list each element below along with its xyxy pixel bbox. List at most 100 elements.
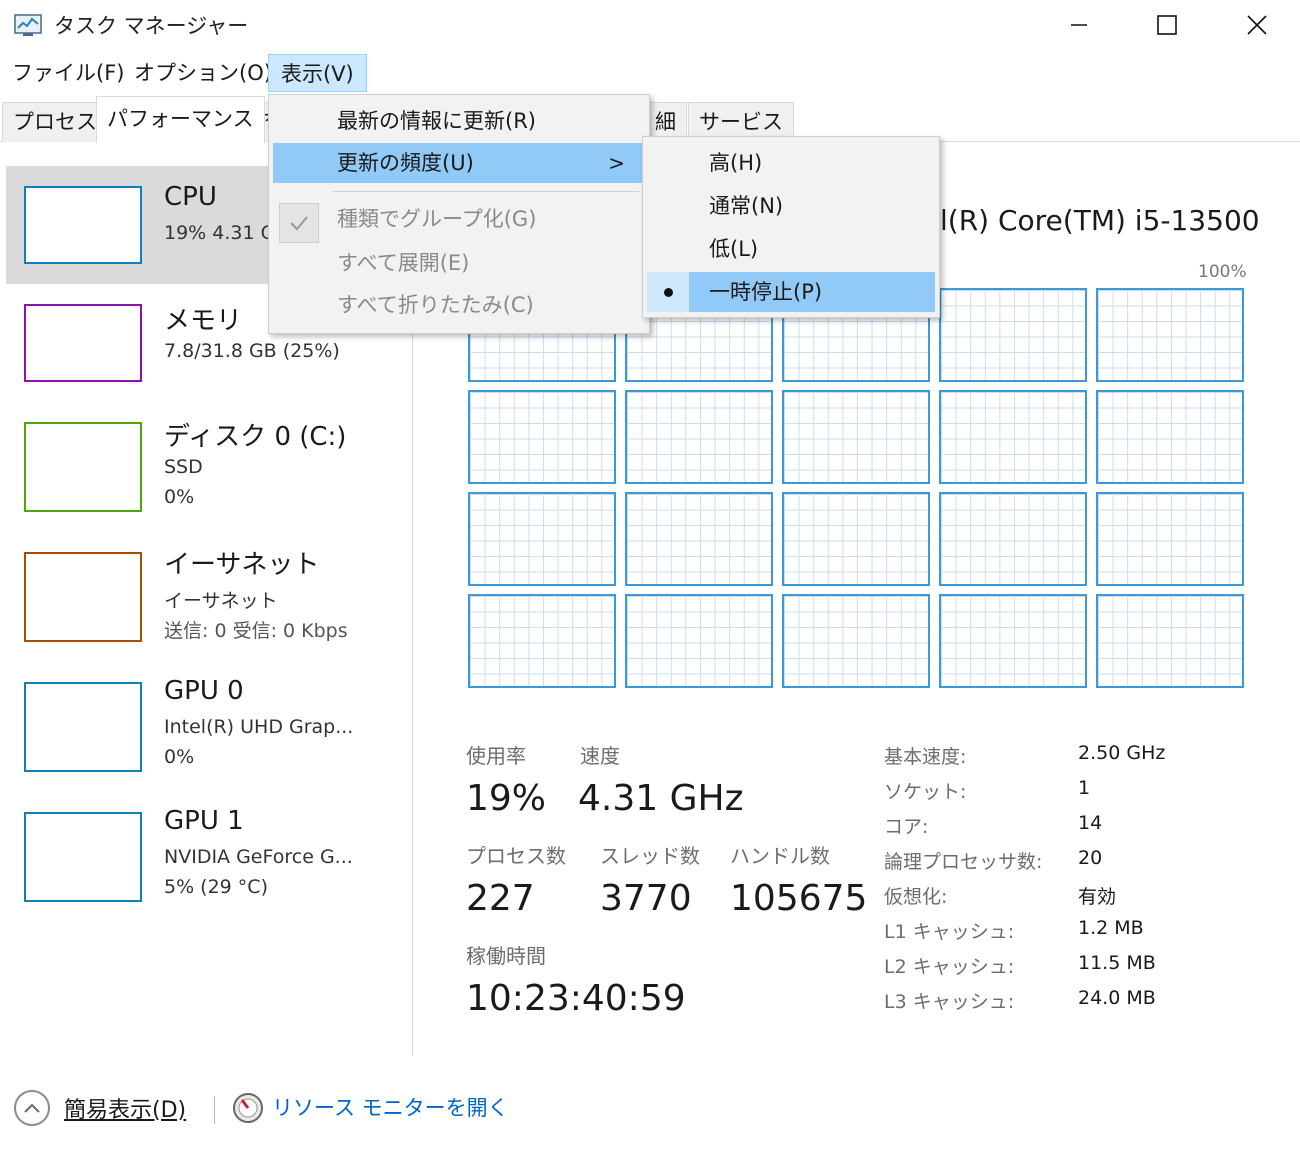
menu-view[interactable]: 表示(V) [268, 54, 367, 92]
logical-processor-graphs [468, 288, 1252, 690]
menu-separator [333, 191, 639, 192]
gpu0-thumbnail [24, 682, 142, 772]
uptime-label: 稼働時間 [466, 944, 546, 968]
tab-performance[interactable]: パフォーマンス [96, 96, 265, 143]
resource-name: CPU [164, 182, 217, 212]
logical-processor-graph [939, 288, 1087, 382]
logical-processor-graph [1096, 288, 1244, 382]
resource-gpu0[interactable]: GPU 0 Intel(R) UHD Grap... 0% [6, 668, 410, 786]
task-manager-icon [14, 14, 42, 36]
spec-l3-key: L3 キャッシュ: [884, 991, 1015, 1013]
fewer-details-link[interactable]: 簡易表示(D) [64, 1092, 186, 1124]
fewer-details-button[interactable] [14, 1090, 50, 1126]
close-button[interactable] [1212, 0, 1300, 50]
logical-processor-graph [1096, 492, 1244, 586]
menu-item-label: すべて折りたたみ(C) [337, 293, 534, 317]
spec-logical-key: 論理プロセッサ数: [884, 851, 1043, 873]
spec-cores-value: 14 [1078, 812, 1103, 834]
logical-processor-graph [782, 492, 930, 586]
resource-detail-2: 0% [164, 486, 195, 508]
menu-item-group-by-type[interactable]: 種類でグループ化(G) [273, 199, 645, 243]
submenu-item-low[interactable]: 低(L) [647, 229, 935, 269]
resource-detail: 7.8/31.8 GB (25%) [164, 340, 340, 362]
footer: 簡易表示(D) リソース モニターを開く [0, 1080, 1300, 1140]
window-title: タスク マネージャー [54, 14, 249, 38]
spec-base-speed-key: 基本速度: [884, 746, 967, 768]
resource-detail: NVIDIA GeForce G... [164, 846, 353, 868]
spec-cores-key: コア: [884, 816, 929, 838]
menu-file[interactable]: ファイル(F) [0, 54, 136, 92]
logical-processor-graph [1096, 594, 1244, 688]
resource-gpu1[interactable]: GPU 1 NVIDIA GeForce G... 5% (29 °C) [6, 798, 410, 916]
spec-virtualization-value: 有効 [1078, 886, 1117, 908]
speed-label: 速度 [580, 744, 620, 768]
spec-base-speed-value: 2.50 GHz [1078, 742, 1166, 764]
memory-thumbnail [24, 304, 142, 382]
logical-processor-graph [782, 594, 930, 688]
logical-processor-graph [625, 390, 773, 484]
logical-processor-graph [782, 390, 930, 484]
processes-value: 227 [466, 878, 535, 919]
speed-value: 4.31 GHz [578, 778, 744, 819]
logical-processor-graph [939, 390, 1087, 484]
submenu-item-paused[interactable]: 一時停止(P) [647, 272, 935, 312]
handles-value: 105675 [730, 878, 868, 919]
menu-item-update-speed[interactable]: 更新の頻度(U) > [273, 143, 645, 183]
resource-detail-2: 送信: 0 受信: 0 Kbps [164, 620, 348, 642]
menu-bar: ファイル(F) オプション(O) 表示(V) [0, 54, 1300, 94]
logical-processor-graph [939, 492, 1087, 586]
resource-name: GPU 0 [164, 676, 244, 706]
spec-logical-value: 20 [1078, 847, 1103, 869]
resource-name: イーサネット [164, 550, 320, 580]
graph-max-label: 100% [1198, 262, 1247, 282]
open-resource-monitor-link[interactable]: リソース モニターを開く [272, 1092, 509, 1122]
spec-virtualization-key: 仮想化: [884, 886, 948, 908]
footer-separator [214, 1096, 215, 1124]
spec-sockets-key: ソケット: [884, 781, 967, 803]
close-icon [1247, 15, 1267, 35]
disk-thumbnail [24, 422, 142, 512]
gpu1-thumbnail [24, 812, 142, 902]
menu-item-label: すべて展開(E) [337, 251, 470, 275]
resource-ethernet[interactable]: イーサネット イーサネット 送信: 0 受信: 0 Kbps [6, 538, 410, 656]
resource-name: メモリ [164, 306, 243, 336]
resource-detail: Intel(R) UHD Grap... [164, 716, 354, 738]
spec-sockets-value: 1 [1078, 777, 1091, 799]
resource-name: GPU 1 [164, 806, 244, 836]
menu-item-refresh-now[interactable]: 最新の情報に更新(R) [273, 101, 645, 141]
checkmark-icon [279, 203, 319, 243]
logical-processor-graph [939, 594, 1087, 688]
logical-processor-graph [625, 594, 773, 688]
view-menu-dropdown: 最新の情報に更新(R) 更新の頻度(U) > 種類でグループ化(G) すべて展開… [268, 94, 650, 334]
tab-processes[interactable]: プロセス [2, 102, 108, 142]
ethernet-thumbnail [24, 552, 142, 642]
submenu-item-high[interactable]: 高(H) [647, 143, 935, 183]
resource-disk[interactable]: ディスク 0 (C:) SSD 0% [6, 408, 410, 526]
processes-label: プロセス数 [466, 844, 566, 868]
chevron-up-icon [24, 1103, 40, 1113]
resource-detail-2: 5% (29 °C) [164, 876, 268, 898]
logical-processor-graph [625, 492, 773, 586]
minimize-icon [1071, 24, 1087, 26]
logical-processor-graph [1096, 390, 1244, 484]
resource-name: ディスク 0 (C:) [164, 422, 347, 452]
title-bar: タスク マネージャー [0, 0, 1300, 50]
resource-detail: SSD [164, 456, 203, 478]
menu-item-label: 種類でグループ化(G) [337, 207, 537, 231]
resource-detail: イーサネット [164, 590, 278, 612]
menu-item-label: 更新の頻度(U) [337, 151, 474, 175]
spec-l3-value: 24.0 MB [1078, 987, 1156, 1009]
logical-processor-graph [468, 594, 616, 688]
maximize-button[interactable] [1122, 0, 1212, 50]
menu-item-collapse-all[interactable]: すべて折りたたみ(C) [273, 285, 645, 325]
menu-options[interactable]: オプション(O) [122, 54, 284, 92]
handles-label: ハンドル数 [730, 844, 830, 868]
radio-bullet-icon [647, 272, 689, 312]
update-speed-submenu: 高(H) 通常(N) 低(L) 一時停止(P) [642, 136, 940, 318]
threads-label: スレッド数 [600, 844, 700, 868]
spec-l1-value: 1.2 MB [1078, 917, 1144, 939]
minimize-button[interactable] [1034, 0, 1124, 50]
menu-item-expand-all[interactable]: すべて展開(E) [273, 243, 645, 283]
submenu-item-normal[interactable]: 通常(N) [647, 186, 935, 226]
submenu-item-label: 一時停止(P) [709, 280, 823, 304]
